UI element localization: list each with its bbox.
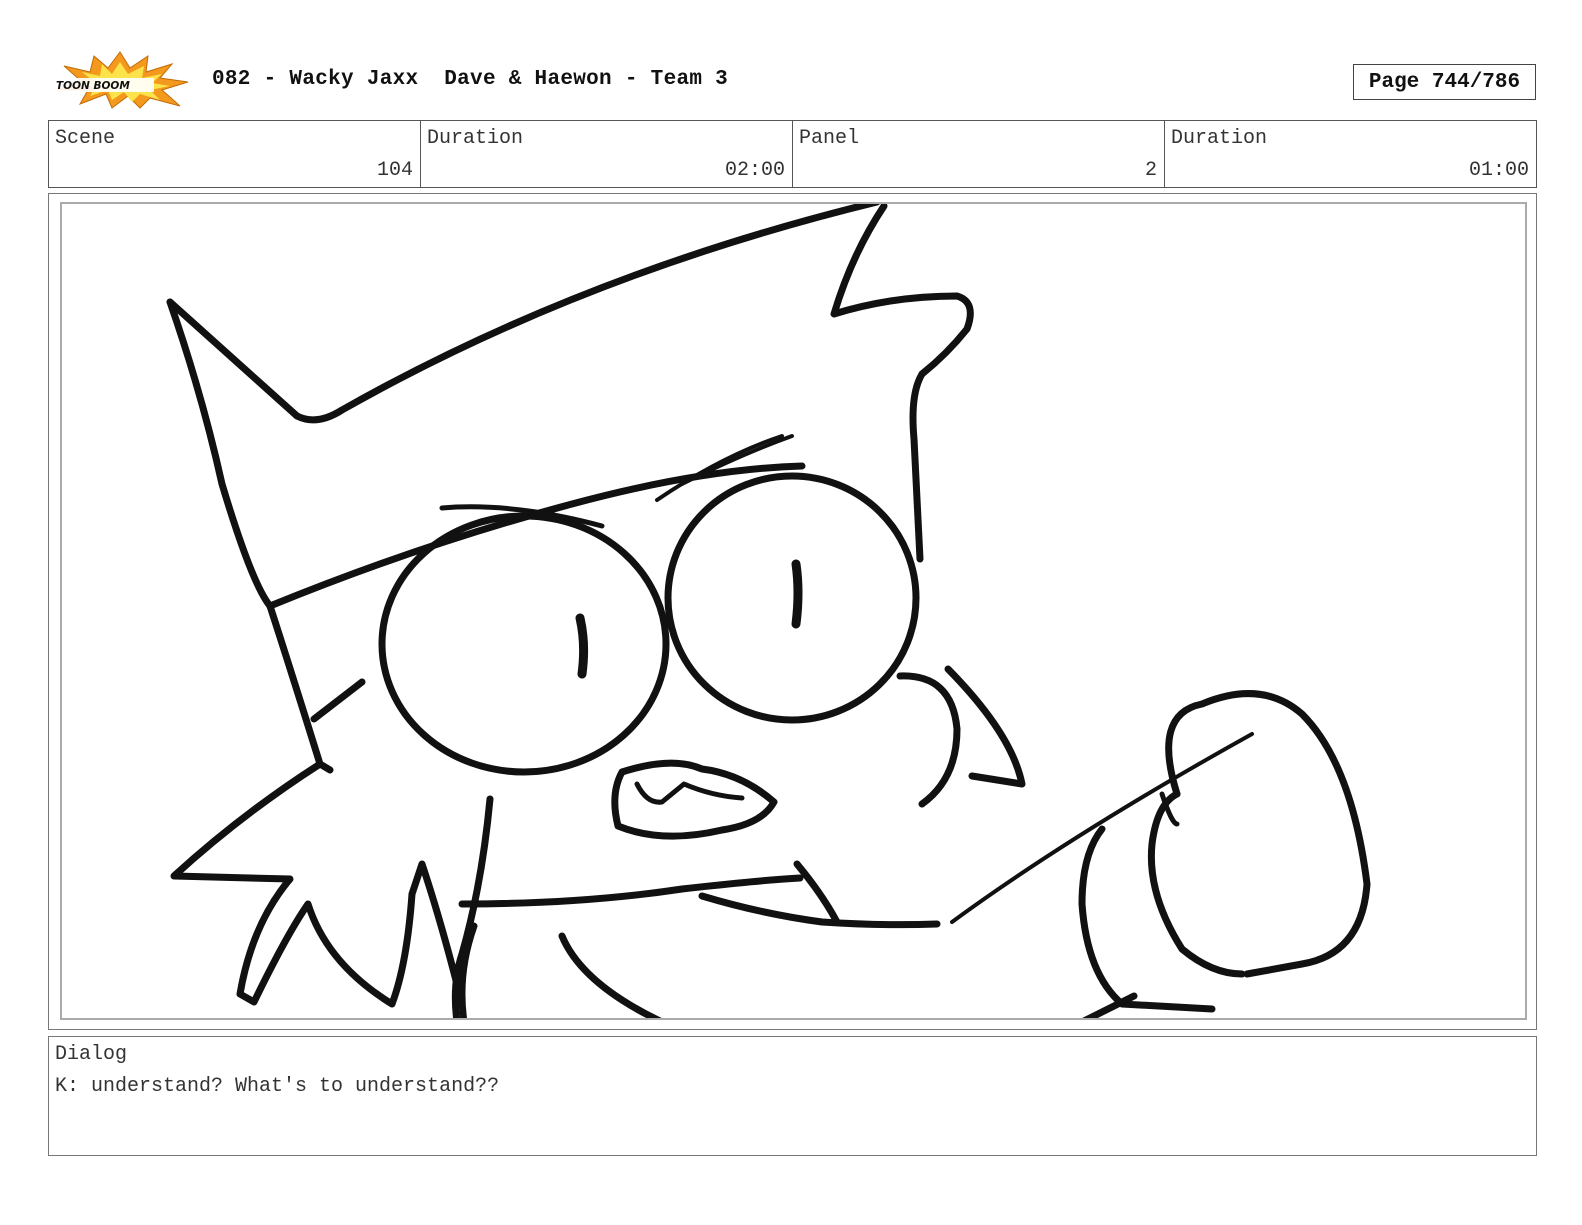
panel-label: Panel	[799, 127, 860, 150]
panel-duration-value: 01:00	[1468, 159, 1529, 182]
logo-text: TOON BOOM	[56, 80, 130, 92]
sketch-lower-jaw	[458, 874, 804, 908]
sketch-shoulder	[558, 932, 662, 1018]
sketch-hair-top	[166, 204, 880, 424]
panel-duration-cell: Duration 01:00	[1165, 121, 1536, 187]
panel-duration-label: Duration	[1171, 127, 1268, 150]
page-number: Page 744/786	[1353, 64, 1536, 100]
sketch-teeth	[634, 781, 745, 805]
storyboard-panel-frame	[48, 193, 1537, 1030]
sketch-right-cheek	[896, 672, 961, 808]
sketch-mic-head	[1165, 690, 1371, 978]
document-title: 082 - Wacky Jaxx Dave & Haewon - Team 3	[212, 68, 729, 91]
sketch-left-face-edge	[266, 602, 334, 774]
dialog-text: K: understand? What's to understand??	[55, 1075, 500, 1098]
scene-info-table: Scene 104 Duration 02:00 Panel 2 Duratio…	[48, 120, 1537, 188]
sketch-mouth	[611, 759, 778, 840]
sketch-right-pupil	[791, 559, 803, 629]
storyboard-sketch	[166, 204, 1371, 1018]
panel-cell: Panel 2	[793, 121, 1165, 187]
scene-label: Scene	[55, 127, 116, 150]
sketch-chin-fold	[793, 860, 841, 926]
scene-cell: Scene 104	[49, 121, 421, 187]
scene-duration-value: 02:00	[724, 159, 785, 182]
sketch-right-eye	[664, 472, 920, 724]
scene-value: 104	[376, 159, 413, 182]
toon-boom-logo: TOON BOOM	[54, 51, 189, 109]
dialog-box: Dialog K: understand? What's to understa…	[48, 1036, 1537, 1156]
dialog-label: Dialog	[55, 1043, 128, 1066]
scene-duration-label: Duration	[427, 127, 524, 150]
sketch-hair-spike-right	[830, 204, 974, 563]
scene-duration-cell: Duration 02:00	[421, 121, 793, 187]
sketch-headband	[266, 462, 806, 610]
sketch-chin-right	[698, 892, 941, 929]
panel-value: 2	[1144, 159, 1157, 182]
sketch-left-eye	[378, 512, 670, 776]
sketch-hand	[1078, 790, 1246, 1018]
storyboard-panel	[60, 202, 1527, 1020]
sketch-left-pupil	[575, 613, 589, 679]
